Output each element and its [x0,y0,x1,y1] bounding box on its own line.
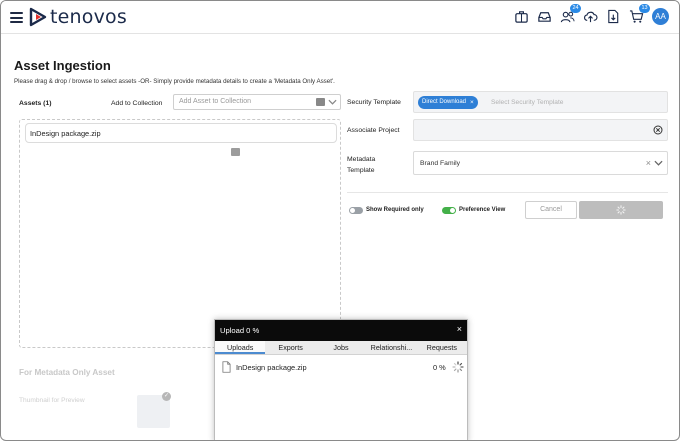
app-window: tenovos 24 13 AA Asset Ingestion Please … [0,0,680,441]
upload-progress: 0 % [433,363,446,372]
cart-badge: 13 [639,4,650,13]
loading-spinner-icon [452,361,464,373]
assets-count-label: Assets (1) [19,100,52,107]
security-template-select[interactable]: Direct Download × Select Security Templa… [413,91,668,113]
briefcase-icon[interactable] [514,9,529,24]
users-icon[interactable]: 24 [560,4,581,24]
tab-exports[interactable]: Exports [265,341,315,354]
users-badge: 24 [570,4,581,13]
submit-button[interactable] [579,201,663,219]
remove-tag-icon[interactable]: × [470,96,474,109]
drag-handle-icon[interactable] [231,148,240,156]
hamburger-menu-icon[interactable] [10,12,23,23]
page-title: Asset Ingestion [14,58,111,73]
metadata-only-heading: For Metadata Only Asset [19,368,115,377]
close-icon[interactable]: × [457,324,462,334]
metadata-template-select[interactable]: Brand Family × [413,151,668,175]
show-required-label: Show Required only [366,207,424,213]
upload-tabs: Uploads Exports Jobs Relationshi... Requ… [215,341,467,355]
security-template-label: Security Template [347,99,401,106]
upload-list-item: InDesign package.zip 0 % [221,360,465,376]
asset-dropzone[interactable]: InDesign package.zip [19,119,341,348]
user-avatar[interactable]: AA [652,8,669,25]
loading-spinner-icon [616,205,626,215]
add-to-collection-select[interactable]: Add Asset to Collection [173,94,341,110]
tab-relationships[interactable]: Relationshi... [366,341,416,354]
upload-file-name: InDesign package.zip [236,363,307,372]
tab-requests[interactable]: Requests [417,341,467,354]
inbox-icon[interactable] [537,9,552,24]
cart-icon[interactable]: 13 [629,4,650,24]
header-actions: 24 13 AA [514,4,669,25]
thumbnail-label: Thumbnail for Preview [19,397,85,404]
show-required-toggle[interactable] [349,207,363,214]
form-divider [347,192,668,193]
preference-view-label: Preference View [459,207,506,213]
brand-name: tenovos [50,6,127,28]
chevron-down-icon[interactable] [654,159,663,167]
chevron-down-icon[interactable] [328,98,337,106]
preference-view-toggle[interactable] [442,207,456,214]
asset-file-name: InDesign package.zip [30,129,101,138]
metadata-template-label: Metadata Template [347,156,376,174]
tab-jobs[interactable]: Jobs [316,341,366,354]
page-subtitle: Please drag & drop / browse to select as… [14,78,335,85]
associate-project-label: Associate Project [347,127,400,134]
check-icon: ✓ [162,392,171,401]
download-document-icon[interactable] [606,9,621,24]
associate-project-select[interactable] [413,119,668,141]
upload-panel: Upload 0 % × Uploads Exports Jobs Relati… [214,319,468,440]
logo-mark-icon [29,7,47,27]
top-header: tenovos 24 13 AA [1,1,679,34]
upload-panel-header: Upload 0 % × [215,320,467,341]
file-icon [222,361,231,373]
tab-uploads[interactable]: Uploads [215,341,266,354]
cancel-button[interactable]: Cancel [525,201,577,219]
add-to-collection-label: Add to Collection [111,100,163,107]
keyboard-icon[interactable] [316,98,325,106]
clear-circle-icon[interactable] [653,125,663,135]
upload-panel-title: Upload 0 % [220,326,260,335]
metadata-template-value: Brand Family [420,160,461,167]
clear-icon[interactable]: × [646,158,651,168]
security-tag-label: Direct Download [422,99,467,105]
upload-cloud-icon[interactable] [583,9,598,24]
security-tag[interactable]: Direct Download × [418,96,478,109]
brand-logo[interactable]: tenovos [29,6,127,28]
security-template-placeholder: Select Security Template [491,99,564,106]
add-to-collection-placeholder: Add Asset to Collection [179,98,251,105]
asset-file-item[interactable]: InDesign package.zip [25,123,337,143]
